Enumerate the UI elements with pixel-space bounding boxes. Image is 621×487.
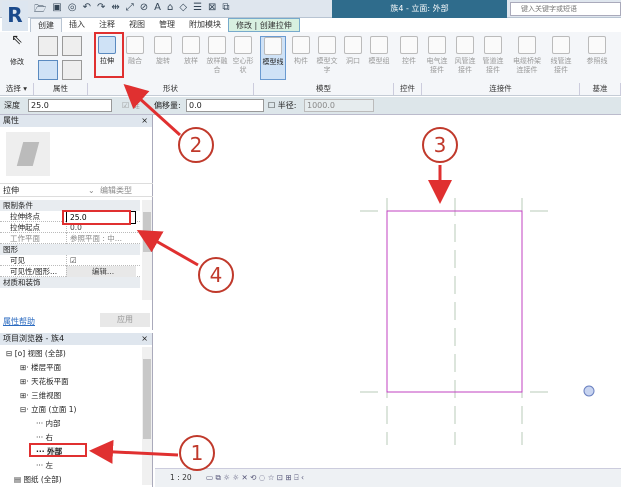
callout-2: 2	[178, 127, 214, 163]
arrow-1	[89, 439, 179, 464]
annotation-arrows	[89, 83, 452, 464]
callout-4: 4	[198, 257, 234, 293]
arrow-4	[136, 230, 199, 267]
callout-1: 1	[179, 435, 215, 471]
callout-3: 3	[422, 127, 458, 163]
arrow-2	[123, 83, 182, 137]
